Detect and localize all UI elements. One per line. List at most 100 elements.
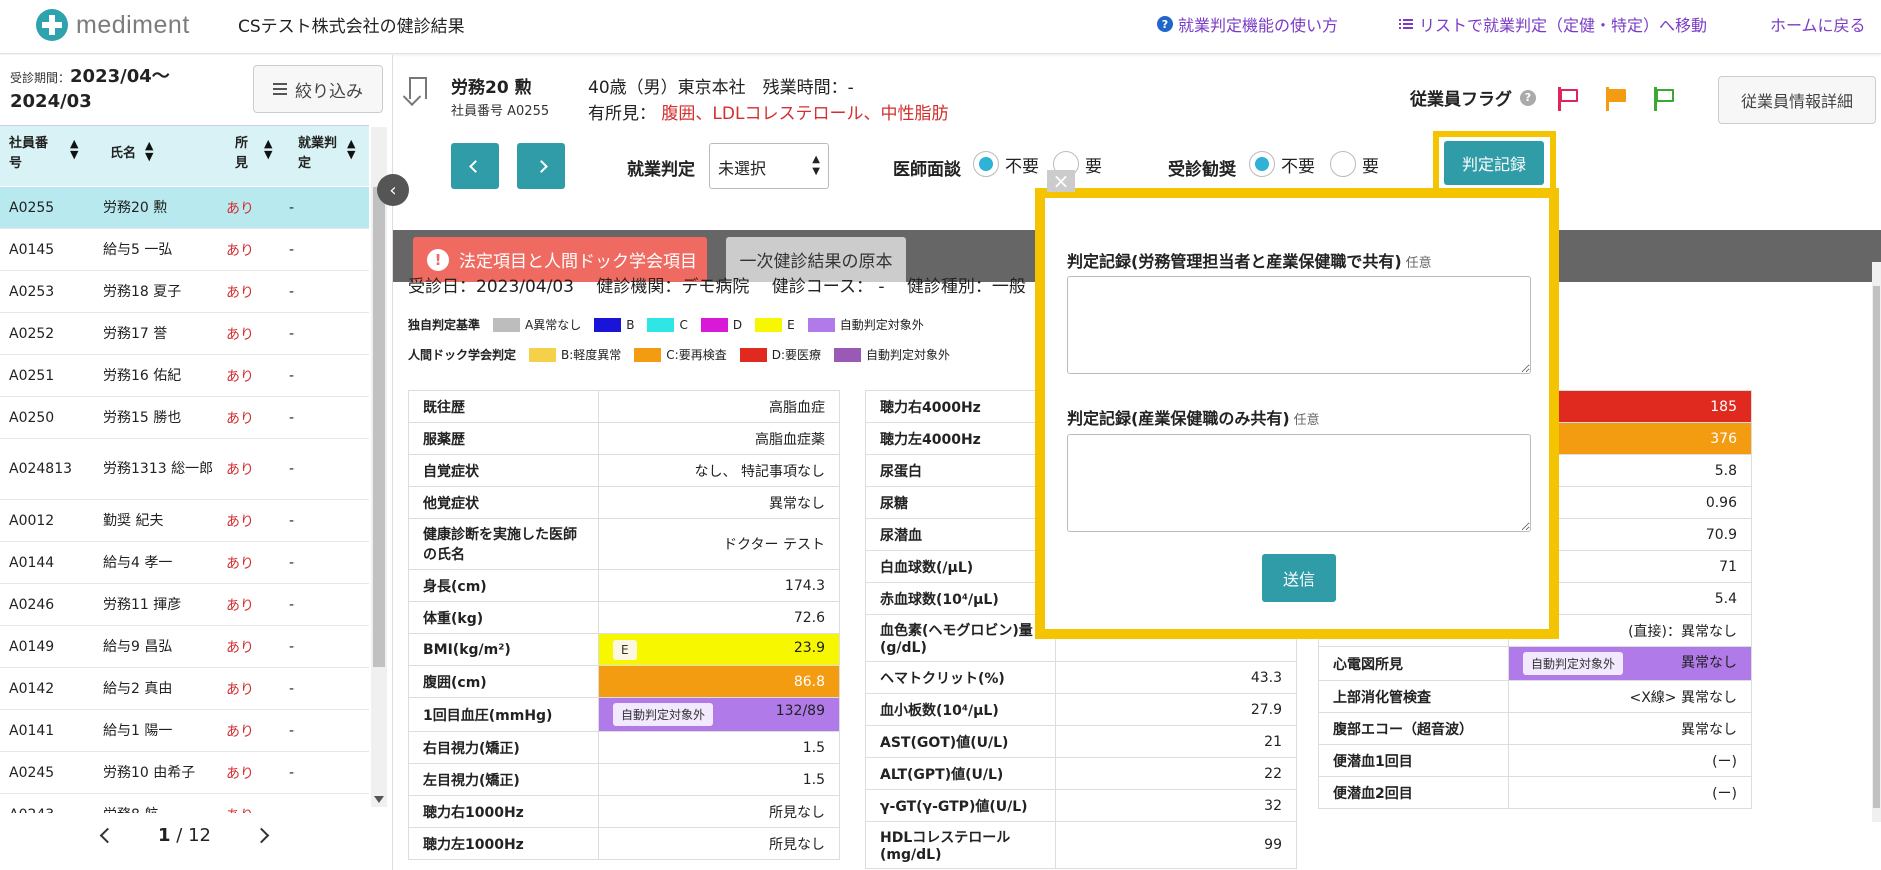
result-value-text: 43.3 (1250, 669, 1282, 686)
result-value-text: 185 (1710, 398, 1737, 415)
result-item-value: 22 (1055, 757, 1297, 790)
result-item-name: ヘマトクリット(%) (865, 661, 1056, 694)
col-header-id[interactable]: 社員番号 ▲ ▼ (0, 126, 101, 186)
result-item-value: 高脂血症薬 (598, 422, 840, 455)
employee-row[interactable]: A024813 労務1313 総一郎 あり - (0, 439, 369, 500)
employee-row[interactable]: A0141 給与1 陽一 あり - (0, 710, 369, 752)
result-row: 聴力左1000Hz 所見なし (408, 827, 840, 860)
doctor-interview-no[interactable]: 不要 (973, 151, 1039, 177)
judge-record-modal: 判定記録(労務管理担当者と産業保健職で共有) 任意 判定記録(産業保健職のみ共有)… (1035, 188, 1559, 639)
sidebar-scrollbar[interactable] (371, 127, 387, 807)
page-scrollbar-thumb[interactable] (1873, 286, 1880, 808)
record-health-input[interactable] (1067, 434, 1531, 532)
result-item-name: 血色素(ヘモグロビン)量(g/dL) (865, 614, 1056, 662)
employee-finding: あり (226, 410, 254, 427)
employee-id: A0252 (9, 325, 55, 342)
bookmark-icon[interactable] (409, 77, 427, 99)
result-value-text: (直接)：異常なし (1628, 623, 1737, 640)
exam-period: 受診期間：2023/04〜2024/03 (10, 65, 240, 114)
employee-row[interactable]: A0243労務8 航あり- (0, 794, 369, 814)
result-item-name: 左目視力(矯正) (408, 763, 599, 796)
result-row: 左目視力(矯正) 1.5 (408, 763, 840, 796)
sort-icon: ▲ ▼ (264, 137, 273, 161)
page-scrollbar[interactable] (1872, 262, 1881, 822)
employee-row[interactable]: A0142 給与2 真由 あり - (0, 668, 369, 710)
flag-orange-icon[interactable] (1606, 87, 1628, 111)
flag-label-text: 従業員フラグ (1410, 90, 1512, 110)
result-item-value: 32 (1055, 789, 1297, 822)
record-shared-input[interactable] (1067, 276, 1531, 374)
employee-judge: - (289, 638, 295, 655)
employee-row[interactable]: A0252 労務17 誉 あり - (0, 313, 369, 355)
prev-page-icon[interactable] (99, 827, 116, 844)
result-item-value: 174.3 (598, 569, 840, 602)
result-value-text: 132/89 (775, 703, 825, 719)
employee-detail-button[interactable]: 従業員情報詳細 (1718, 76, 1876, 124)
sort-icon: ▲ ▼ (347, 137, 356, 161)
employee-finding: あり (226, 723, 254, 740)
col-header-judge[interactable]: 就業判定 ▲ ▼ (289, 126, 369, 186)
result-row: 腹部エコー（超音波） 異常なし (1318, 712, 1752, 745)
filter-icon (273, 83, 287, 95)
legend-label: B:軽度異常 (561, 348, 622, 362)
result-row: 1回目血圧(mmHg) 自動判定対象外 132/89 (408, 697, 840, 732)
app-logo[interactable]: mediment (36, 9, 190, 41)
result-value-text: (ー) (1712, 785, 1737, 802)
scroll-down-icon[interactable] (374, 796, 384, 803)
flag-red-icon[interactable] (1558, 87, 1580, 111)
result-row: 身長(cm) 174.3 (408, 569, 840, 602)
help-icon[interactable]: ? (1520, 89, 1536, 106)
employee-row[interactable]: A0012 勤奨 紀夫 あり - (0, 500, 369, 542)
recommend-yes[interactable]: 要 (1330, 151, 1379, 177)
list-judge-link[interactable]: リストで就業判定（定健・特定）へ移動 (1399, 12, 1707, 36)
employee-name: 給与5 一弘 (103, 241, 173, 258)
employee-id: A024813 (9, 461, 73, 477)
judge-badge: E (613, 639, 637, 660)
howto-link[interactable]: ? 就業判定機能の使い方 (1157, 12, 1338, 36)
col-header-finding[interactable]: 所見 ▲ ▼ (226, 126, 289, 186)
result-value-text: 23.9 (793, 639, 825, 656)
result-item-name: 赤血球数(10⁴/μL) (865, 582, 1056, 615)
employee-id: A0245 (9, 764, 55, 781)
employee-row[interactable]: A0245 労務10 由希子 あり - (0, 752, 369, 794)
result-value-text: 70.9 (1705, 526, 1737, 543)
result-item-value: 21 (1055, 725, 1297, 758)
legend-swatch (834, 347, 862, 362)
employee-row[interactable]: A0145 給与5 一弘 あり - (0, 229, 369, 271)
result-item-name: 自覚症状 (408, 454, 599, 487)
col-header-name[interactable]: 氏名 ▲ ▼ (101, 126, 226, 186)
employee-row[interactable]: A0250 労務15 勝也 あり - (0, 397, 369, 439)
collapse-sidebar-button[interactable]: ‹ (377, 174, 409, 206)
result-item-name: 聴力右1000Hz (408, 795, 599, 828)
filter-button[interactable]: 絞り込み (253, 65, 383, 113)
result-value-text: 異常なし (769, 495, 825, 512)
employee-row[interactable]: A0149 給与9 昌弘 あり - (0, 626, 369, 668)
employee-id: A0255 (9, 199, 55, 216)
result-item-value: 自動判定対象外 132/89 (598, 697, 840, 732)
employee-name: 労務11 揮彦 (103, 596, 182, 613)
employee-row[interactable]: A0251 労務16 佑紀 あり - (0, 355, 369, 397)
employee-name: 労務15 勝也 (103, 409, 182, 426)
next-page-icon[interactable] (253, 827, 270, 844)
employee-row[interactable]: A0246 労務11 揮彦 あり - (0, 584, 369, 626)
result-item-name: 尿潜血 (865, 518, 1056, 551)
home-link[interactable]: ホームに戻る (1770, 12, 1866, 36)
result-row: γ-GT(γ-GTP)値(U/L) 32 (865, 789, 1297, 822)
employee-row[interactable]: A0253 労務18 夏子 あり - (0, 271, 369, 313)
recommend-no[interactable]: 不要 (1249, 151, 1315, 177)
employee-row[interactable]: A0144 給与4 孝一 あり - (0, 542, 369, 584)
result-value-text: なし、 特記事項なし (694, 463, 825, 480)
employee-name: 労務16 佑紀 (103, 367, 182, 384)
employee-judge: - (289, 409, 295, 426)
result-item-value: 所見なし (598, 827, 840, 860)
send-button[interactable]: 送信 (1262, 554, 1336, 602)
employee-row[interactable]: A0255 労務20 勲 あり - (0, 187, 369, 229)
employee-number: 社員番号 A0255 (451, 104, 550, 119)
modal-close-button[interactable]: × (1047, 169, 1075, 193)
result-item-name: 尿糖 (865, 486, 1056, 519)
scrollbar-thumb[interactable] (373, 187, 385, 667)
result-item-value: (ー) (1508, 744, 1752, 777)
result-item-name: AST(GOT)値(U/L) (865, 725, 1056, 758)
employee-judge: - (289, 554, 295, 571)
flag-green-icon[interactable] (1654, 87, 1676, 111)
